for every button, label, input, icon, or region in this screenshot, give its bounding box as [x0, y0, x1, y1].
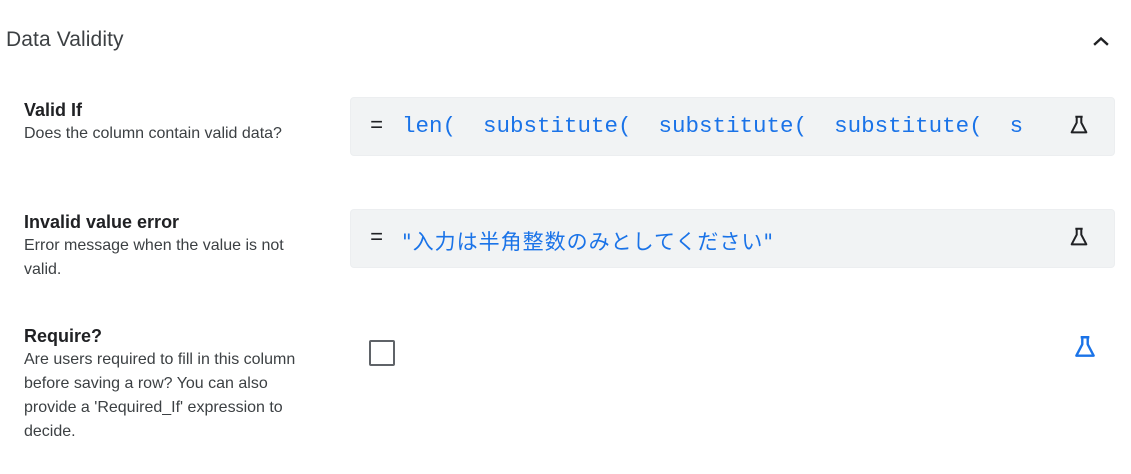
invalid-error-label-group: Invalid value error Error message when t…	[24, 210, 314, 282]
require-title: Require?	[24, 326, 103, 346]
invalid-error-expression: "入力は半角整数のみとしてください"	[402, 230, 775, 254]
flask-icon	[1068, 226, 1090, 253]
valid-if-description: Does the column contain valid data?	[24, 125, 282, 142]
require-checkbox[interactable]	[369, 340, 395, 366]
invalid-error-expression-button[interactable]	[1064, 224, 1094, 254]
invalid-error-operator: =	[370, 226, 384, 251]
flask-icon	[1072, 334, 1098, 365]
collapse-button[interactable]	[1088, 30, 1114, 54]
flask-icon	[1068, 114, 1090, 141]
invalid-error-expression-field[interactable]: = "入力は半角整数のみとしてください"	[350, 209, 1115, 268]
valid-if-expression-button[interactable]	[1064, 112, 1094, 142]
require-description: Are users required to fill in this colum…	[24, 351, 296, 440]
valid-if-expression: len( substitute( substitute( substitute(…	[402, 113, 1024, 139]
require-label-group: Require? Are users required to fill in t…	[24, 324, 309, 444]
section-title: Data Validity	[6, 28, 124, 51]
valid-if-operator: =	[370, 114, 384, 139]
section-header: Data Validity	[0, 0, 1131, 84]
chevron-up-icon	[1093, 33, 1109, 51]
invalid-error-title: Invalid value error	[24, 212, 180, 232]
valid-if-expression-field[interactable]: = len( substitute( substitute( substitut…	[350, 97, 1115, 156]
require-expression-button[interactable]	[1070, 334, 1100, 364]
valid-if-label-group: Valid If Does the column contain valid d…	[24, 98, 314, 146]
invalid-error-description: Error message when the value is not vali…	[24, 237, 284, 278]
valid-if-title: Valid If	[24, 100, 83, 120]
